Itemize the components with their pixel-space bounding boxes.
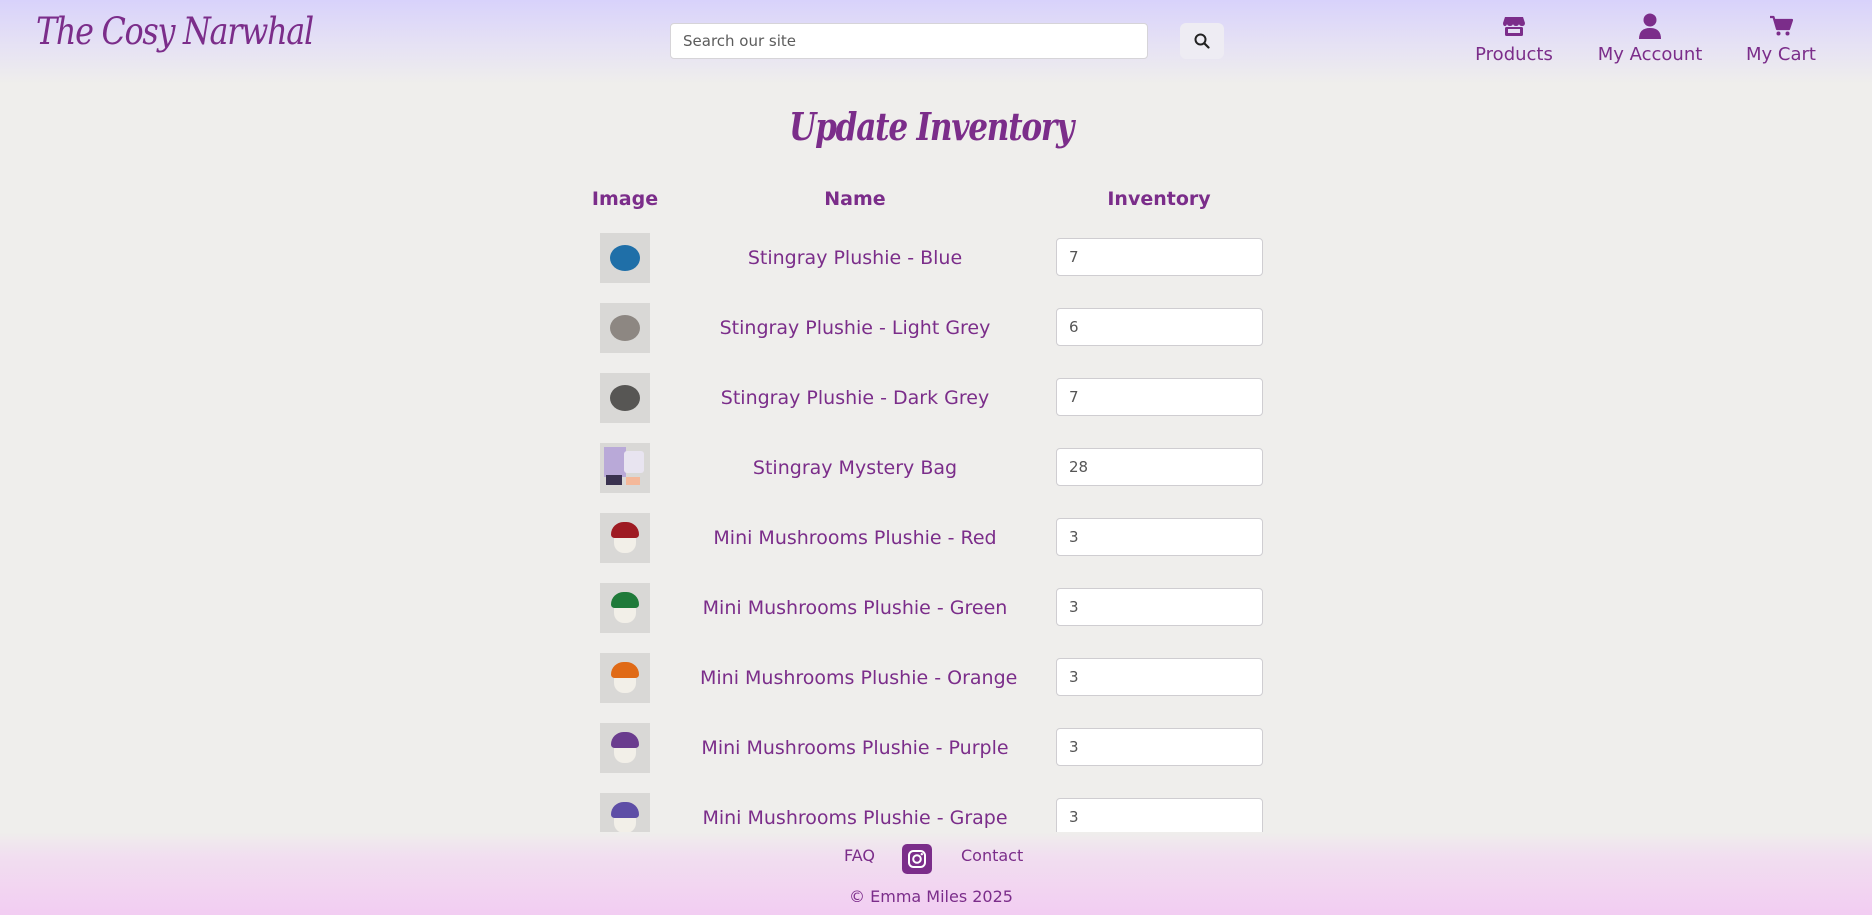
inventory-input[interactable] bbox=[1056, 588, 1263, 626]
inventory-input[interactable] bbox=[1056, 308, 1263, 346]
inventory-input[interactable] bbox=[1056, 798, 1263, 836]
product-name: Mini Mushrooms Plushie - Grape bbox=[702, 807, 1008, 829]
table-row: Mini Mushrooms Plushie - Purple bbox=[0, 723, 1872, 793]
nav-my-account-label: My Account bbox=[1597, 44, 1703, 65]
instagram-link[interactable] bbox=[902, 844, 932, 874]
site-logo[interactable]: The Cosy Narwhal bbox=[36, 10, 314, 53]
product-thumbnail bbox=[600, 513, 650, 563]
product-thumbnail bbox=[600, 443, 650, 493]
table-row: Stingray Plushie - Light Grey bbox=[0, 303, 1872, 373]
product-name: Mini Mushrooms Plushie - Orange bbox=[700, 667, 1018, 689]
product-thumbnail bbox=[600, 583, 650, 633]
nav-products-label: Products bbox=[1475, 44, 1553, 65]
table-row: Mini Mushrooms Plushie - Green bbox=[0, 583, 1872, 653]
faq-link[interactable]: FAQ bbox=[844, 846, 875, 865]
table-row: Stingray Plushie - Blue bbox=[0, 233, 1872, 303]
inventory-input[interactable] bbox=[1056, 518, 1263, 556]
table-row: Stingray Plushie - Dark Grey bbox=[0, 373, 1872, 443]
nav-my-cart[interactable]: My Cart bbox=[1746, 12, 1816, 70]
search-input[interactable] bbox=[670, 23, 1148, 59]
product-name: Mini Mushrooms Plushie - Red bbox=[713, 527, 997, 549]
inventory-input[interactable] bbox=[1056, 658, 1263, 696]
search-button[interactable] bbox=[1180, 23, 1224, 59]
table-row: Mini Mushrooms Plushie - Orange bbox=[0, 653, 1872, 723]
column-header-image: Image bbox=[591, 188, 659, 210]
product-name: Stingray Mystery Bag bbox=[752, 457, 958, 479]
site-header: The Cosy Narwhal Products My Account bbox=[0, 0, 1872, 84]
inventory-input[interactable] bbox=[1056, 728, 1263, 766]
table-row: Mini Mushrooms Plushie - Red bbox=[0, 513, 1872, 583]
cart-icon bbox=[1770, 15, 1793, 36]
inventory-input[interactable] bbox=[1056, 448, 1263, 486]
page-title: Update Inventory bbox=[789, 104, 1074, 149]
nav-my-account[interactable]: My Account bbox=[1598, 12, 1702, 70]
product-name: Stingray Plushie - Light Grey bbox=[719, 317, 991, 339]
product-name: Stingray Plushie - Dark Grey bbox=[720, 387, 990, 409]
user-icon bbox=[1639, 13, 1661, 39]
copyright: © Emma Miles 2025 bbox=[849, 887, 1013, 906]
column-header-inventory: Inventory bbox=[1107, 188, 1211, 210]
inventory-input[interactable] bbox=[1056, 238, 1263, 276]
product-name: Stingray Plushie - Blue bbox=[747, 247, 963, 269]
product-thumbnail bbox=[600, 303, 650, 353]
product-thumbnail bbox=[600, 653, 650, 703]
site-footer: FAQ Contact © Emma Miles 2025 bbox=[0, 832, 1872, 915]
product-thumbnail bbox=[600, 373, 650, 423]
product-name: Mini Mushrooms Plushie - Green bbox=[702, 597, 1008, 619]
contact-link[interactable]: Contact bbox=[961, 846, 1023, 865]
instagram-icon bbox=[908, 850, 926, 868]
column-header-name: Name bbox=[824, 188, 886, 210]
nav-products[interactable]: Products bbox=[1475, 12, 1553, 70]
inventory-input[interactable] bbox=[1056, 378, 1263, 416]
store-icon bbox=[1503, 17, 1525, 36]
nav-my-cart-label: My Cart bbox=[1746, 44, 1816, 65]
table-row: Stingray Mystery Bag bbox=[0, 443, 1872, 513]
product-thumbnail bbox=[600, 233, 650, 283]
product-thumbnail bbox=[600, 723, 650, 773]
product-name: Mini Mushrooms Plushie - Purple bbox=[701, 737, 1009, 759]
search-icon bbox=[1194, 33, 1210, 49]
